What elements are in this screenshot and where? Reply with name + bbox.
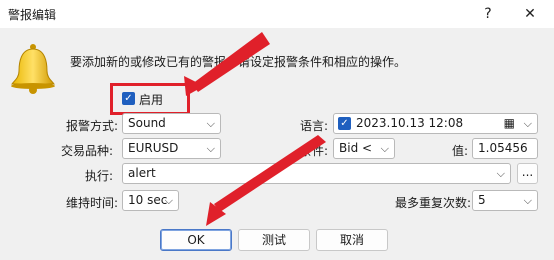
browse-button[interactable]: ... [517,163,538,184]
close-button[interactable]: ✕ [520,4,540,24]
chevron-down-icon: ⌵ [523,117,532,130]
chevron-down-icon: ⌵ [380,142,389,155]
chevron-down-icon: ⌵ [206,142,215,155]
datetime-picker[interactable]: ✓ 2023.10.13 12:08 ▦ ⌵ [333,113,538,134]
datetime-value: 2023.10.13 12:08 [356,116,464,130]
annotation-highlight-box [110,83,190,115]
condition-select[interactable]: Bid < ⌵ [333,138,395,159]
help-button[interactable]: ? [478,4,498,24]
symbol-label: 交易品种: [61,144,114,158]
value-label: 值: [452,144,469,158]
symbol-value: EURUSD [128,141,179,155]
max-repeat-value: 5 [478,193,486,207]
dialog-description: 要添加新的或修改已有的警报，请设定报警条件和相应的操作。 [70,55,407,69]
symbol-select[interactable]: EURUSD ⌵ [122,138,221,159]
chevron-down-icon: ⌵ [523,194,532,207]
execute-value: alert [128,166,156,180]
chevron-down-icon: ⌵ [206,117,215,130]
ok-button[interactable]: OK [160,229,232,251]
max-repeat-select[interactable]: 5 ⌵ [472,190,538,211]
alert-type-value: Sound [128,116,166,130]
condition-value: Bid < [339,141,373,155]
test-button[interactable]: 测试 [238,229,310,251]
value-input[interactable]: 1.05456 [472,138,538,159]
chevron-down-icon: ⌵ [164,194,173,207]
timeout-label: 维持时间: [66,196,119,210]
cancel-button[interactable]: 取消 [316,229,388,251]
condition-label: 条件: [300,144,329,158]
alert-type-select[interactable]: Sound ⌵ [122,113,221,134]
language-label: 语言: [300,119,329,133]
calendar-icon[interactable]: ▦ [504,114,515,133]
dialog-title: 警报编辑 [8,8,57,22]
bell-icon [11,44,55,94]
max-repeat-label: 最多重复次数: [395,196,472,210]
title-bar [0,0,554,28]
chevron-down-icon: ⌵ [496,167,505,180]
execute-select[interactable]: alert ⌵ [122,163,511,184]
timeout-value: 10 sec [128,193,168,207]
execute-label: 执行: [85,169,114,183]
timeout-select[interactable]: 10 sec ⌵ [122,190,179,211]
datetime-checkbox[interactable]: ✓ [338,117,351,130]
alert-type-label: 报警方式: [66,119,119,133]
